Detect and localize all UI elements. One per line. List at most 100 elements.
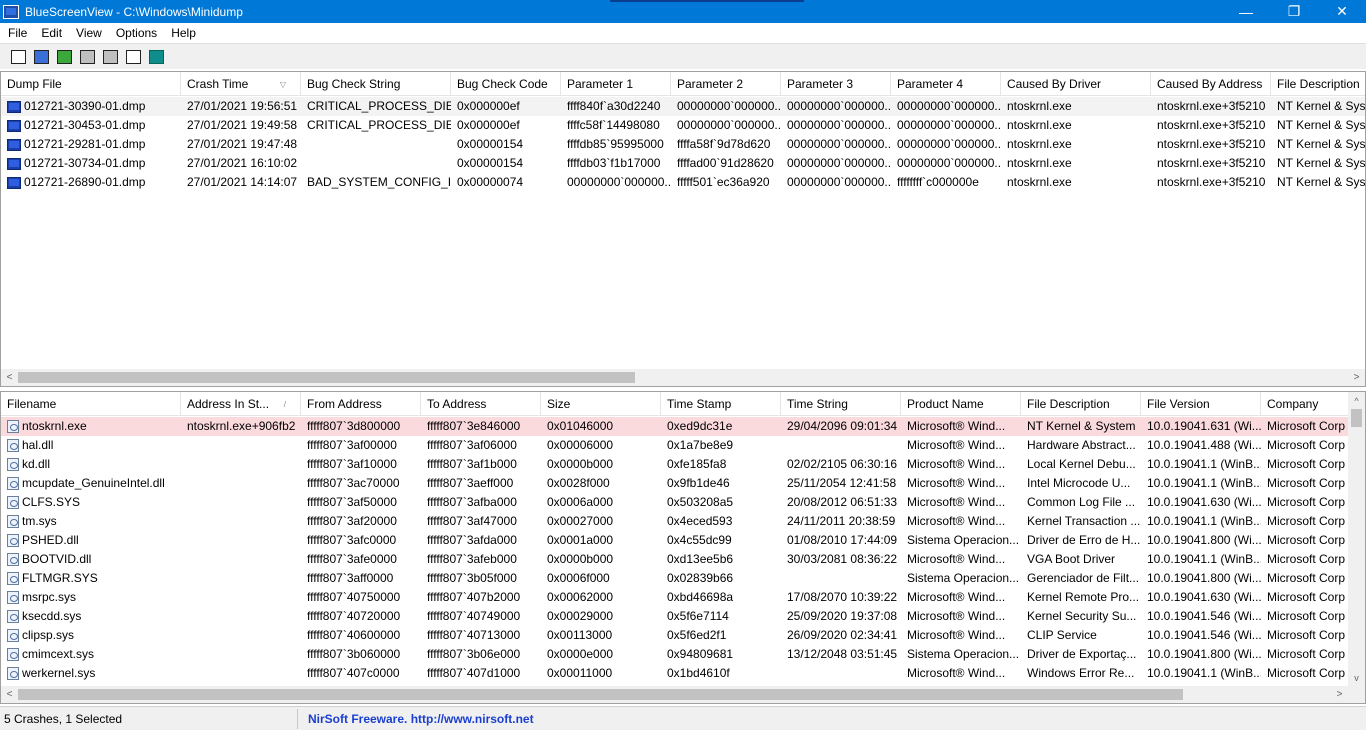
column-header-bug-check-code[interactable]: Bug Check Code [451, 72, 561, 96]
cell-filename: CLFS.SYS [1, 493, 181, 512]
table-row[interactable]: msrpc.sys fffff807`40750000 fffff807`407b2… [1, 588, 1361, 607]
crash-list-hscrollbar[interactable]: < > [1, 369, 1365, 386]
column-header-parameter-2[interactable]: Parameter 2 [671, 72, 781, 96]
table-row[interactable]: CLFS.SYS fffff807`3af50000 fffff807`3afba0… [1, 493, 1361, 512]
toolbar [0, 43, 1366, 69]
cell-product-name: Microsoft® Wind... [907, 609, 1006, 623]
html-report-button[interactable] [8, 47, 28, 67]
menu-file[interactable]: File [1, 26, 34, 40]
column-header-address-in-st[interactable]: Address In St... / [181, 392, 301, 416]
save-icon [33, 49, 49, 64]
column-header-size[interactable]: Size [541, 392, 661, 416]
column-header-label: File Version [1147, 397, 1210, 411]
cell-parameter-2: ffffad00`91d28620 [677, 156, 774, 170]
cell-size: 0x0006f000 [547, 571, 610, 585]
minimize-button[interactable]: — [1222, 0, 1270, 23]
menu-options[interactable]: Options [109, 26, 164, 40]
table-row[interactable]: ntoskrnl.exe ntoskrnl.exe+906fb2 fffff807`… [1, 417, 1361, 436]
scroll-track[interactable] [18, 369, 1348, 386]
exit-button[interactable] [146, 47, 166, 67]
menu-view[interactable]: View [69, 26, 109, 40]
scroll-right-icon[interactable]: > [1331, 686, 1348, 703]
cell-text: 012721-26890-01.dmp [24, 175, 146, 189]
scroll-left-icon[interactable]: < [1, 369, 18, 386]
cell-time-string: 29/04/2096 09:01:34 [787, 419, 898, 433]
column-header-time-string[interactable]: Time String [781, 392, 901, 416]
scroll-thumb[interactable] [18, 689, 1183, 700]
scroll-track[interactable] [18, 686, 1331, 703]
column-header-bug-check-string[interactable]: Bug Check String [301, 72, 451, 96]
scroll-down-icon[interactable]: v [1348, 669, 1365, 686]
scroll-left-icon[interactable]: < [1, 686, 18, 703]
table-row[interactable]: FLTMGR.SYS fffff807`3aff0000 fffff807`3b05… [1, 569, 1361, 588]
nirsoft-link[interactable]: NirSoft Freeware. http://www.nirsoft.net [298, 712, 534, 726]
column-header-from-address[interactable]: From Address [301, 392, 421, 416]
column-header-parameter-4[interactable]: Parameter 4 [891, 72, 1001, 96]
table-row[interactable]: ksecdd.sys fffff807`40720000 fffff807`4074… [1, 607, 1361, 626]
driver-list-vscrollbar[interactable]: ^ v [1348, 392, 1365, 686]
table-row[interactable]: kd.dll fffff807`3af10000 fffff807`3af1b000… [1, 455, 1361, 474]
cell-company: Microsoft Corp [1267, 533, 1346, 547]
column-header-crash-time[interactable]: Crash Time ▽ [181, 72, 301, 96]
column-header-filename[interactable]: Filename [1, 392, 181, 416]
properties-button[interactable] [100, 47, 120, 67]
find-button[interactable] [123, 47, 143, 67]
table-row[interactable]: BOOTVID.dll fffff807`3afe0000 fffff807`3af… [1, 550, 1361, 569]
column-header-caused-by-driver[interactable]: Caused By Driver [1001, 72, 1151, 96]
cell-parameter-3: 00000000`000000... [787, 137, 891, 151]
column-header-label: Bug Check String [307, 77, 401, 91]
column-header-parameter-3[interactable]: Parameter 3 [781, 72, 891, 96]
table-row[interactable]: cmimcext.sys fffff807`3b060000 fffff807`3b… [1, 645, 1361, 664]
cell-company: Microsoft Corp [1267, 457, 1346, 471]
table-row[interactable]: 012721-30390-01.dmp 27/01/2021 19:56:51 CR… [1, 97, 1365, 116]
table-row[interactable]: mcupdate_GenuineIntel.dll fffff807`3ac700… [1, 474, 1361, 493]
column-header-label: Time String [787, 397, 848, 411]
table-row[interactable]: 012721-29281-01.dmp 27/01/2021 19:47:48 0x… [1, 135, 1365, 154]
column-header-to-address[interactable]: To Address [421, 392, 541, 416]
crash-list-pane[interactable]: Dump File Crash Time ▽ Bug Check String Bug … [0, 71, 1366, 387]
table-row[interactable]: werkernel.sys fffff807`407c0000 fffff807`4… [1, 664, 1361, 683]
cell-to-address: fffff807`3e846000 [427, 419, 521, 433]
dump-file-icon [7, 138, 21, 151]
column-header-file-description[interactable]: File Description [1021, 392, 1141, 416]
column-header-dump-file[interactable]: Dump File [1, 72, 181, 96]
dump-file-icon [7, 176, 21, 189]
scroll-thumb[interactable] [18, 372, 635, 383]
close-button[interactable]: ✕ [1318, 0, 1366, 23]
column-header-parameter-1[interactable]: Parameter 1 [561, 72, 671, 96]
table-row[interactable]: clipsp.sys fffff807`40600000 fffff807`4071… [1, 626, 1361, 645]
cell-file-description: Driver de Erro de H... [1027, 533, 1141, 547]
column-header-file-version[interactable]: File Version [1141, 392, 1261, 416]
menu-edit[interactable]: Edit [34, 26, 69, 40]
title-bar: BlueScreenView - C:\Windows\Minidump — ❐… [0, 0, 1366, 23]
column-header-file-description[interactable]: File Description [1271, 72, 1365, 96]
refresh-button[interactable] [54, 47, 74, 67]
restore-button[interactable]: ❐ [1270, 0, 1318, 23]
scroll-up-icon[interactable]: ^ [1348, 392, 1365, 409]
table-row[interactable]: 012721-30453-01.dmp 27/01/2021 19:49:58 CR… [1, 116, 1365, 135]
copy-button[interactable] [77, 47, 97, 67]
column-header-product-name[interactable]: Product Name [901, 392, 1021, 416]
table-row[interactable]: PSHED.dll fffff807`3afc0000 fffff807`3afda… [1, 531, 1361, 550]
cell-filename: tm.sys [1, 512, 181, 531]
table-row[interactable]: 012721-30734-01.dmp 27/01/2021 16:10:02 0x… [1, 154, 1365, 173]
cell-text: 012721-30453-01.dmp [24, 118, 146, 132]
cell-address-in-st [181, 531, 301, 550]
cell-file-version: 10.0.19041.1 (WinB... [1147, 457, 1261, 471]
table-row[interactable]: 012721-26890-01.dmp 27/01/2021 14:14:07 BA… [1, 173, 1365, 192]
table-row[interactable]: hal.dll fffff807`3af00000 fffff807`3af0600… [1, 436, 1361, 455]
cell-text: 012721-30734-01.dmp [24, 156, 146, 170]
cell-bug-check-string [301, 154, 451, 173]
driver-list-hscrollbar[interactable]: < > [1, 686, 1348, 703]
menu-help[interactable]: Help [164, 26, 203, 40]
column-header-company[interactable]: Company [1261, 392, 1361, 416]
column-header-time-stamp[interactable]: Time Stamp [661, 392, 781, 416]
column-header-caused-by-address[interactable]: Caused By Address [1151, 72, 1271, 96]
save-button[interactable] [31, 47, 51, 67]
scroll-right-icon[interactable]: > [1348, 369, 1365, 386]
cell-text: ksecdd.sys [22, 609, 82, 623]
table-row[interactable]: tm.sys fffff807`3af20000 fffff807`3af47000… [1, 512, 1361, 531]
driver-file-icon [7, 496, 19, 509]
vscroll-thumb[interactable] [1351, 409, 1362, 427]
driver-list-pane[interactable]: Filename Address In St... / From Address To … [0, 391, 1366, 704]
